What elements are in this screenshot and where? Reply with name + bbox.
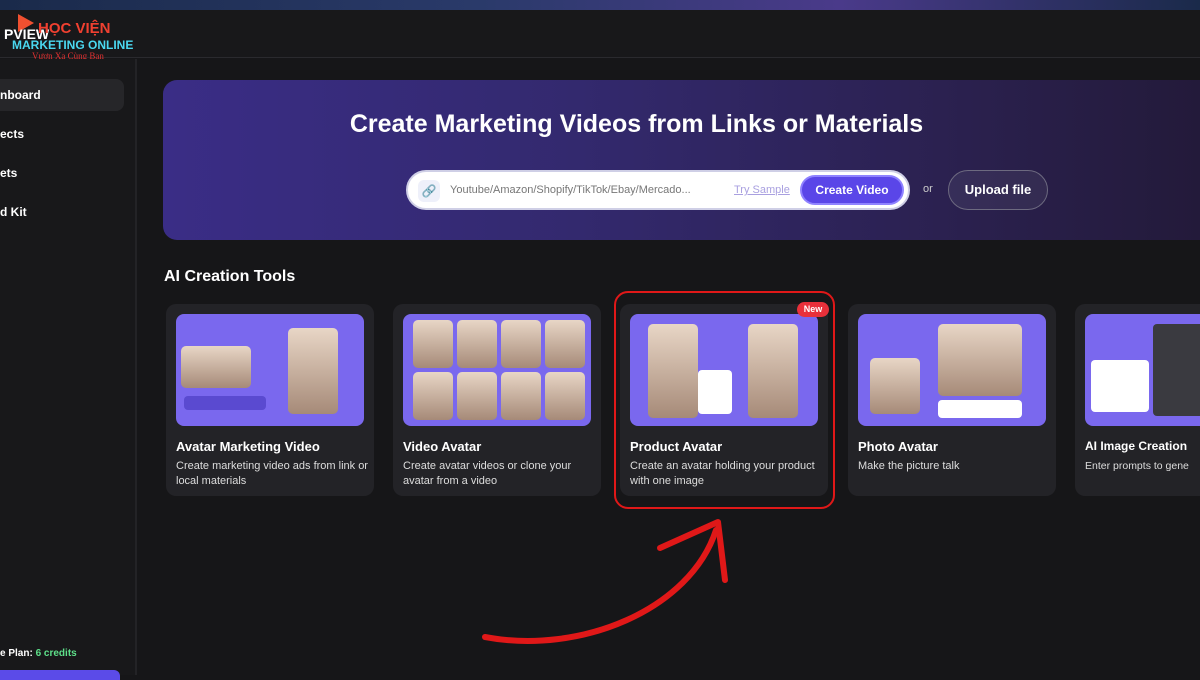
annotation-arrow-icon	[482, 519, 728, 644]
